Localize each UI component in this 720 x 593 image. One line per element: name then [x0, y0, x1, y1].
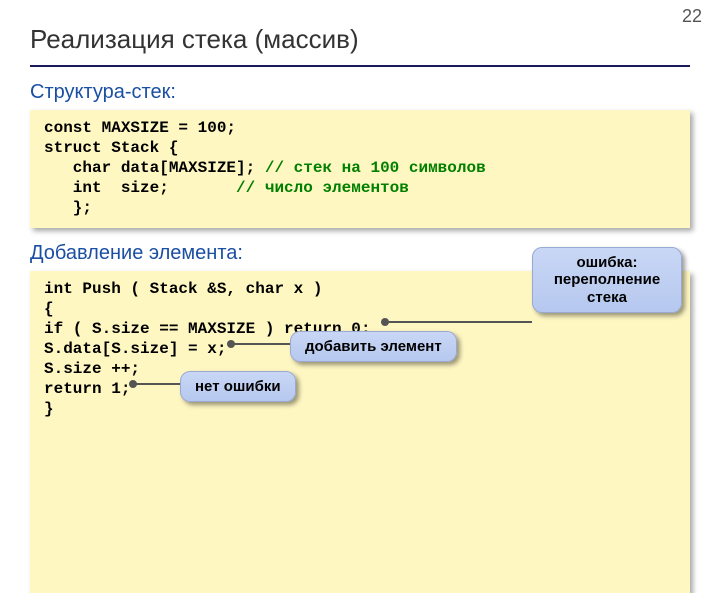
page-number: 22 — [682, 6, 702, 27]
code-line: S.data[S.size] = x; — [44, 340, 226, 358]
code-comment: // число элементов — [236, 179, 409, 197]
code-line: { — [44, 300, 54, 318]
code-line: struct Stack { — [44, 139, 178, 157]
code-block-push: int Push ( Stack &S, char x ) { if ( S.s… — [30, 271, 690, 593]
callout-noerror: нет ошибки — [180, 371, 296, 402]
code-line: S.size ++; — [44, 360, 140, 378]
code-block-struct: const MAXSIZE = 100; struct Stack { char… — [30, 110, 690, 228]
code-comment: // стек на 100 символов — [265, 159, 486, 177]
connector-noerror — [130, 383, 180, 385]
code-line: const MAXSIZE = 100; — [44, 119, 236, 137]
code-line: int size; — [44, 179, 236, 197]
callout-overflow: ошибка: переполнение стека — [532, 247, 682, 313]
code-line: return 1; — [44, 380, 130, 398]
title-underline — [30, 65, 690, 67]
connector-add — [228, 343, 290, 345]
section-struct-label: Структура-стек: — [0, 77, 720, 108]
code-line: char data[MAXSIZE]; — [44, 159, 265, 177]
code-line: } — [44, 400, 54, 418]
code-line: int Push ( Stack &S, char x ) — [44, 280, 322, 298]
callout-add: добавить элемент — [290, 331, 457, 362]
code-line: }; — [44, 199, 92, 217]
page-title: Реализация стека (массив) — [0, 0, 720, 61]
connector-overflow — [382, 321, 532, 323]
